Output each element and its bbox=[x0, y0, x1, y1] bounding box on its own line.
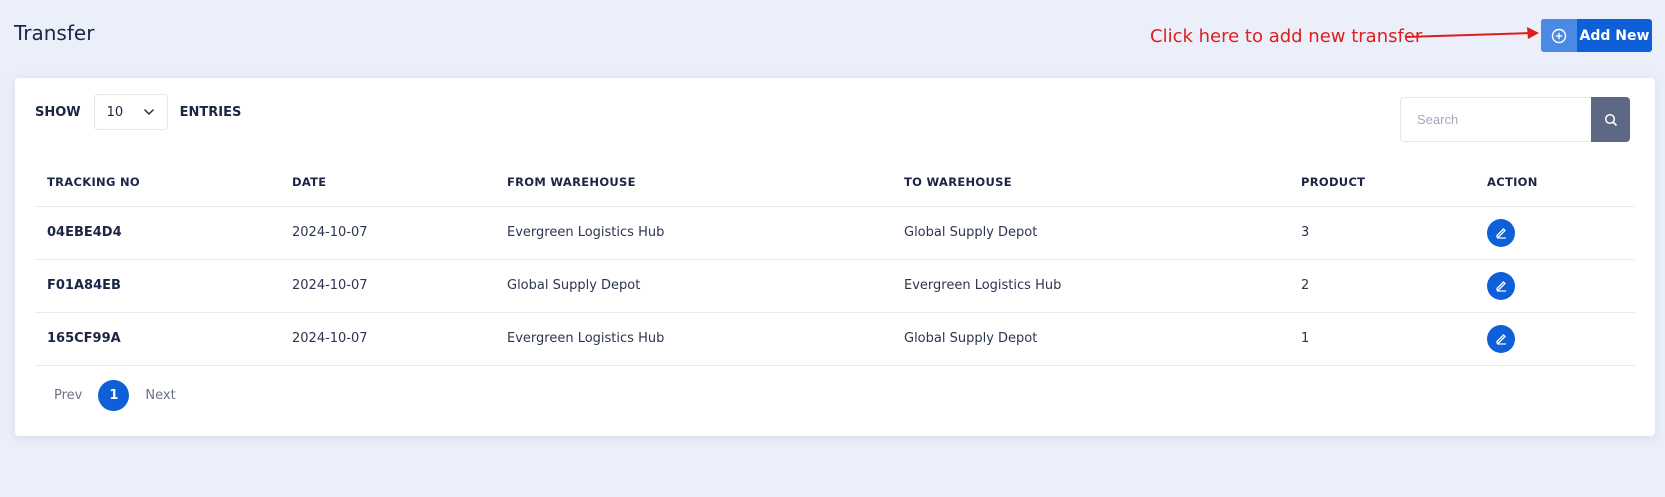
action-cell bbox=[1475, 312, 1635, 366]
column-header-date: DATE bbox=[280, 158, 495, 207]
page-title: Transfer bbox=[14, 21, 95, 45]
transfer-card: SHOW 10 ENTRIES TRACKING NO DATE FROM WA… bbox=[15, 78, 1655, 436]
table-row: 04EBE4D4 2024-10-07 Evergreen Logistics … bbox=[35, 206, 1635, 260]
entries-select[interactable]: 10 bbox=[93, 94, 168, 130]
entries-value: 10 bbox=[106, 104, 124, 120]
to-warehouse-cell: Global Supply Depot bbox=[892, 206, 1289, 260]
search-box bbox=[1400, 97, 1630, 142]
pencil-icon bbox=[1495, 334, 1506, 345]
product-cell: 2 bbox=[1289, 259, 1475, 313]
date-cell: 2024-10-07 bbox=[280, 259, 495, 313]
date-cell: 2024-10-07 bbox=[280, 312, 495, 366]
from-warehouse-cell: Evergreen Logistics Hub bbox=[495, 312, 892, 366]
column-header-to-warehouse: TO WAREHOUSE bbox=[892, 158, 1289, 207]
edit-button[interactable] bbox=[1487, 324, 1515, 353]
annotation-arrow-icon bbox=[1404, 27, 1539, 39]
entries-label: ENTRIES bbox=[179, 104, 242, 120]
date-cell: 2024-10-07 bbox=[280, 206, 495, 260]
prev-page-link[interactable]: Prev bbox=[40, 388, 96, 403]
transfer-table: TRACKING NO DATE FROM WAREHOUSE TO WAREH… bbox=[35, 158, 1635, 366]
column-header-action: ACTION bbox=[1475, 158, 1635, 207]
pencil-icon bbox=[1495, 281, 1506, 292]
page-1-button[interactable]: 1 bbox=[98, 380, 130, 411]
to-warehouse-cell: Global Supply Depot bbox=[892, 312, 1289, 366]
chevron-down-icon bbox=[143, 109, 154, 115]
search-button[interactable] bbox=[1591, 97, 1630, 142]
tracking-no-cell: F01A84EB bbox=[35, 259, 280, 313]
next-page-link[interactable]: Next bbox=[131, 388, 189, 403]
plus-circle-icon bbox=[1541, 19, 1577, 52]
annotation-callout: Click here to add new transfer bbox=[1150, 26, 1423, 47]
column-header-from-warehouse: FROM WAREHOUSE bbox=[495, 158, 892, 207]
show-label: SHOW bbox=[35, 104, 81, 120]
add-new-label: Add New bbox=[1579, 27, 1650, 44]
pagination: Prev 1 Next bbox=[40, 380, 190, 411]
product-cell: 1 bbox=[1289, 312, 1475, 366]
edit-button[interactable] bbox=[1487, 271, 1515, 300]
table-header-row: TRACKING NO DATE FROM WAREHOUSE TO WAREH… bbox=[35, 158, 1635, 207]
edit-button[interactable] bbox=[1487, 218, 1515, 247]
action-cell bbox=[1475, 206, 1635, 260]
pencil-icon bbox=[1495, 228, 1506, 239]
tracking-no-cell: 04EBE4D4 bbox=[35, 206, 280, 260]
search-input[interactable] bbox=[1400, 97, 1591, 142]
entries-control: SHOW 10 ENTRIES bbox=[35, 94, 241, 130]
table-row: F01A84EB 2024-10-07 Global Supply Depot … bbox=[35, 259, 1635, 313]
table-row: 165CF99A 2024-10-07 Evergreen Logistics … bbox=[35, 312, 1635, 366]
action-cell bbox=[1475, 259, 1635, 313]
column-header-product: PRODUCT bbox=[1289, 158, 1475, 207]
search-icon bbox=[1604, 113, 1617, 126]
from-warehouse-cell: Global Supply Depot bbox=[495, 259, 892, 313]
to-warehouse-cell: Evergreen Logistics Hub bbox=[892, 259, 1289, 313]
add-new-button[interactable]: Add New bbox=[1541, 19, 1652, 52]
product-cell: 3 bbox=[1289, 206, 1475, 260]
column-header-tracking-no: TRACKING NO bbox=[35, 158, 280, 207]
tracking-no-cell: 165CF99A bbox=[35, 312, 280, 366]
from-warehouse-cell: Evergreen Logistics Hub bbox=[495, 206, 892, 260]
